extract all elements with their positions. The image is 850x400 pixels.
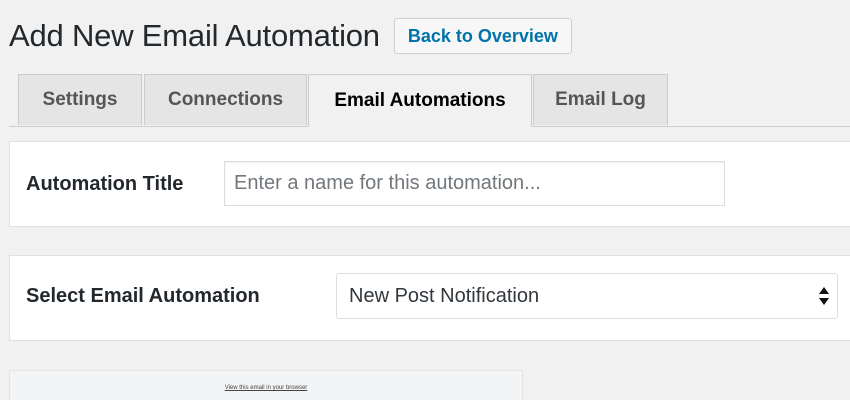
view-in-browser-link[interactable]: View this email in your browser (10, 385, 522, 391)
select-up-down-arrows-icon (819, 287, 829, 305)
tab-connections[interactable]: Connections (144, 74, 307, 125)
page-title: Add New Email Automation (9, 18, 380, 53)
automation-title-label: Automation Title (26, 173, 184, 195)
tab-email-automations[interactable]: Email Automations (308, 74, 532, 127)
tab-settings[interactable]: Settings (18, 74, 142, 125)
automation-title-input[interactable] (224, 161, 725, 206)
select-automation-label: Select Email Automation (26, 285, 260, 307)
automation-title-card: Automation Title (9, 141, 850, 227)
automation-type-select[interactable]: New Post Notification (336, 273, 838, 319)
tab-bar: Settings Connections Email Automations E… (9, 74, 850, 127)
back-to-overview-button[interactable]: Back to Overview (393, 18, 572, 54)
page: Add New Email Automation Back to Overvie… (0, 0, 850, 400)
automation-type-selected-value: New Post Notification (349, 284, 540, 307)
select-automation-card: Select Email Automation New Post Notific… (9, 255, 850, 341)
email-preview: View this email in your browser (9, 370, 523, 400)
tab-email-log[interactable]: Email Log (533, 74, 668, 125)
page-header: Add New Email Automation Back to Overvie… (9, 14, 572, 58)
